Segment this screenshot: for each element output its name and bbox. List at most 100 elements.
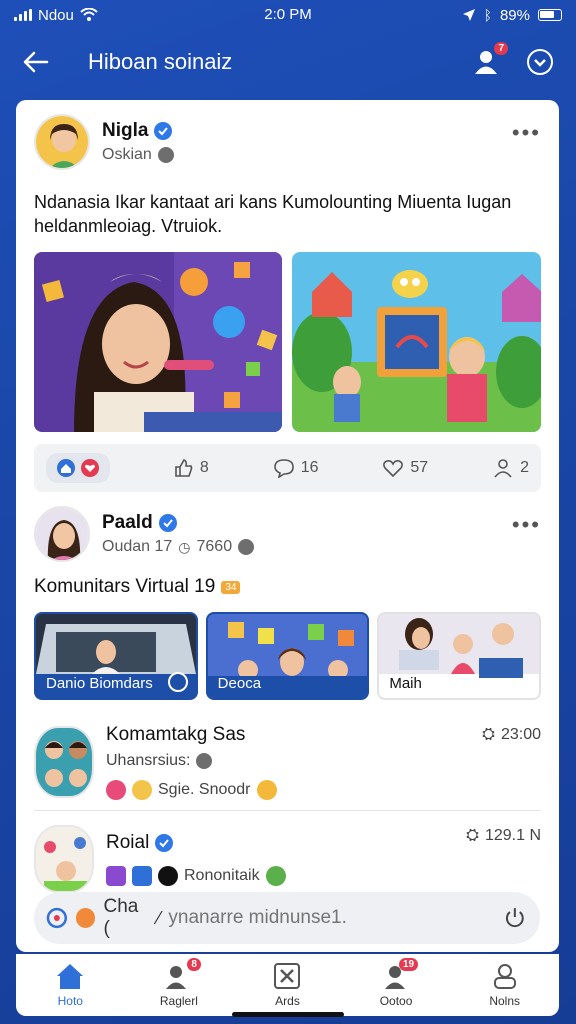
post-image-girl[interactable] xyxy=(34,252,282,432)
community-thumb[interactable]: Danio Biomdars xyxy=(34,612,198,700)
share-button[interactable]: 2 xyxy=(492,458,529,478)
love-react-icon xyxy=(81,459,99,477)
thumbs-up-icon xyxy=(175,459,193,477)
avatar xyxy=(34,726,94,798)
comment-count: 16 xyxy=(300,459,319,476)
post-meta: Nigla Oskian xyxy=(102,120,174,164)
list-item-time: ⛭ 23:00 xyxy=(482,726,541,744)
nav-notifications[interactable]: 19 Ootoo xyxy=(356,958,436,1008)
audience-icon xyxy=(196,753,213,769)
post-subtitle: Oskian xyxy=(102,146,152,163)
post-header: Paald Oudan 17 ◷ 7660 xyxy=(34,506,541,562)
notification-badge: 8 xyxy=(187,958,201,971)
post-image-cartoon[interactable] xyxy=(291,252,541,432)
audience-icon xyxy=(157,147,174,163)
community-thumb[interactable]: Deoca xyxy=(205,612,370,700)
nav-label: Ootoo xyxy=(379,994,413,1008)
comment-bar[interactable]: Cha ( ⁄ xyxy=(34,892,540,944)
page-title: Hiboan soinaiz xyxy=(88,49,233,74)
verified-icon xyxy=(154,122,173,140)
view-count: 7660 xyxy=(196,538,233,555)
more-options-button[interactable]: ••• xyxy=(512,120,541,146)
thumb-label: Deoca xyxy=(217,675,262,692)
home-react-icon xyxy=(57,459,75,477)
community-thumb[interactable]: Maih xyxy=(377,612,542,700)
post-subtitle-line: Oskian xyxy=(102,146,174,164)
heart-count: 57 xyxy=(410,459,429,476)
emoji-icon xyxy=(256,780,277,800)
verified-icon xyxy=(155,834,174,852)
feed-panel: Nigla Oskian ••• Ndanasia Ikar kantaat a… xyxy=(16,100,559,952)
emoji-icon xyxy=(265,866,286,886)
author-name[interactable]: Paald xyxy=(102,512,153,534)
emoji-icon xyxy=(132,866,152,886)
comment-input[interactable] xyxy=(168,907,495,929)
menu-button[interactable] xyxy=(524,46,556,78)
grid-x-icon xyxy=(274,963,301,989)
nav-label: Ards xyxy=(275,994,300,1008)
battery-icon xyxy=(538,9,562,21)
thumb-label: Danio Biomdars xyxy=(46,675,153,692)
list-item-sub: Uhansrsius: xyxy=(106,752,277,770)
community-thumbs: Danio Biomdars Deoca Maih xyxy=(34,612,542,700)
reactions-pill[interactable] xyxy=(46,453,110,483)
list-item-body: Komamtakg Sas Uhansrsius: Sgie. Snoodr xyxy=(106,724,277,800)
bottom-nav: Hoto 8 Raglerl Ards 19 Ootoo Nolns xyxy=(16,954,559,1016)
post-subtitle-line: Oudan 17 ◷ 7660 xyxy=(102,538,255,556)
list-item-extra: Sgie. Snoodr xyxy=(106,780,277,800)
post-card: Nigla Oskian ••• Ndanasia Ikar kantaat a… xyxy=(16,100,559,492)
list-item-sub: Rononitaik xyxy=(106,866,286,886)
post-images xyxy=(34,252,541,432)
nav-friends[interactable]: 8 Raglerl xyxy=(139,958,219,1008)
community-tag: 34 xyxy=(221,580,241,594)
appbar-actions: 7 xyxy=(470,42,556,78)
heart-button[interactable]: 57 xyxy=(382,458,428,478)
emoji-icon xyxy=(106,866,126,886)
heart-icon xyxy=(383,460,404,478)
arrow-left-icon xyxy=(23,51,49,73)
emoji-icon xyxy=(75,908,96,928)
people-icon: ⛭ xyxy=(482,726,495,743)
comment-prefix: Cha ( xyxy=(103,896,139,939)
emoji-icon xyxy=(132,780,152,800)
list-item-extra-text: Sgie. Snoodr xyxy=(158,781,251,798)
power-icon[interactable] xyxy=(502,905,528,931)
list-item[interactable]: Roial Rononitaik ⛭ 129.1 N xyxy=(34,811,541,903)
nav-label: Hoto xyxy=(57,994,83,1008)
post-card: Paald Oudan 17 ◷ 7660 ••• Komunitars Vir… xyxy=(16,492,559,700)
play-icon xyxy=(167,672,188,692)
home-icon xyxy=(57,964,84,989)
author-line: Paald xyxy=(102,512,254,534)
list-item-time: ⛭ 129.1 N xyxy=(466,827,541,845)
audience-icon xyxy=(238,539,255,555)
list-item-time-text: 129.1 N xyxy=(484,827,541,844)
nav-apps[interactable]: Ards xyxy=(247,962,327,1008)
nav-label: Raglerl xyxy=(159,994,198,1008)
nav-home[interactable]: Hoto xyxy=(30,962,110,1008)
profile-icon xyxy=(493,964,516,989)
status-time: 2:0 PM xyxy=(264,6,312,23)
like-button[interactable]: 8 xyxy=(174,458,209,478)
avatar[interactable] xyxy=(34,114,90,170)
emoji-icon xyxy=(158,866,178,886)
back-button[interactable] xyxy=(14,40,58,84)
more-options-button[interactable]: ••• xyxy=(512,512,541,538)
community-title: Komunitars Virtual 19 34 xyxy=(34,576,541,598)
nav-profile[interactable]: Nolns xyxy=(465,962,545,1008)
app-bar: Hiboan soinaiz 7 xyxy=(0,36,576,88)
status-bar: Ndou 2:0 PM ᛒ 89% xyxy=(0,0,576,30)
comment-button[interactable]: 16 xyxy=(273,458,319,478)
avatar[interactable] xyxy=(34,506,90,562)
chat-bubble-icon xyxy=(46,907,67,929)
people-icon: ⛭ xyxy=(466,827,479,844)
share-count: 2 xyxy=(520,459,529,476)
post-action-bar: 8 16 57 2 xyxy=(34,444,541,492)
like-count: 8 xyxy=(199,459,209,476)
list-item[interactable]: Komamtakg Sas Uhansrsius: Sgie. Snoodr ⛭… xyxy=(34,710,541,810)
author-name[interactable]: Nigla xyxy=(102,120,148,142)
activity-list: Komamtakg Sas Uhansrsius: Sgie. Snoodr ⛭… xyxy=(16,700,559,903)
verified-icon xyxy=(158,514,177,532)
post-text: Ndanasia Ikar kantaat ari kans Kumolount… xyxy=(34,192,512,236)
list-item-title: Roial xyxy=(106,832,150,853)
profile-button[interactable]: 7 xyxy=(470,42,508,78)
